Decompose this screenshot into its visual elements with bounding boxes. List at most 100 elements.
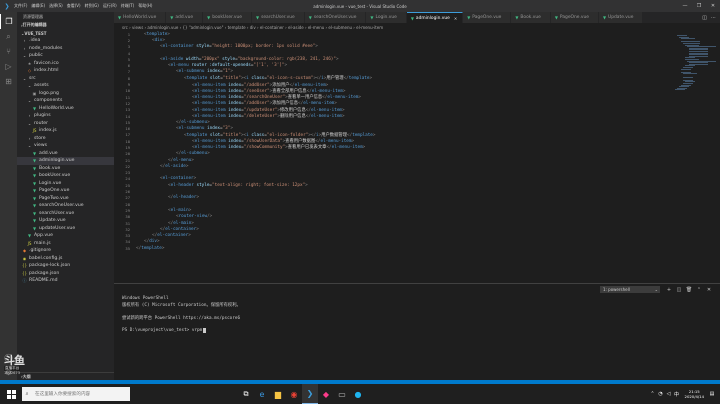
project-section[interactable]: ⌄ VUE_TEST [17, 29, 114, 37]
chevron-up-icon[interactable]: ⌃ [649, 391, 657, 397]
tree-folder[interactable]: › store [17, 135, 114, 143]
editor-tab[interactable]: ▼ Update.vue [598, 12, 644, 23]
tree-folder[interactable]: › .idea [17, 37, 114, 45]
source-control-icon[interactable]: ⑂ [0, 44, 17, 59]
close-button[interactable]: ✕ [706, 0, 720, 12]
menu-edit[interactable]: 编辑(E) [29, 3, 47, 9]
tree-file[interactable]: ▼ searchOneUser.vue [17, 202, 114, 210]
notification-icon[interactable]: ▤ [708, 391, 716, 397]
run-debug-icon[interactable]: ▷ [0, 59, 17, 74]
minimap[interactable] [669, 31, 720, 281]
open-editors-section[interactable]: › 打开的编辑器 [17, 21, 114, 29]
tree-folder[interactable]: ⌄ public [17, 52, 114, 60]
editor-tab[interactable]: ▼ PageOne.vue [463, 12, 512, 23]
close-tab-icon[interactable]: ✕ [454, 16, 457, 21]
tree-folder[interactable]: › node_modules [17, 45, 114, 53]
editor-tab[interactable]: ▼ Login.vue [366, 12, 407, 23]
tree-file[interactable]: {} package-lock.json [17, 262, 114, 270]
trash-icon[interactable]: 🗑 [684, 287, 694, 293]
tree-file[interactable]: ▣ logo.png [17, 90, 114, 98]
tree-file[interactable]: ▼ searchUser.vue [17, 210, 114, 218]
ime-indicator[interactable]: 中 [673, 391, 681, 398]
tree-file[interactable]: ▼ Book.vue [17, 165, 114, 173]
terminal-select[interactable]: 1: powershell ⌄ [600, 286, 660, 293]
account-icon[interactable]: ◯ [0, 350, 17, 365]
menu-view[interactable]: 查看(V) [65, 3, 83, 9]
tree-file[interactable]: JS index.js [17, 127, 114, 135]
qq-icon[interactable]: ● [350, 384, 366, 404]
idea-icon[interactable]: ◆ [318, 384, 334, 404]
new-terminal-icon[interactable]: + [664, 287, 674, 293]
tree-file[interactable]: ▼ add.vue [17, 150, 114, 158]
editor-tab[interactable]: ▼ PageOne.vue [550, 12, 599, 23]
tree-file[interactable]: ▼ updateUser.vue [17, 225, 114, 233]
folder-chevron-icon: › [23, 45, 26, 51]
tree-file[interactable]: ⓘ README.md [17, 277, 114, 285]
code-token: el-menu-item [194, 139, 226, 145]
network-icon[interactable]: ◔ [657, 391, 665, 397]
breadcrumb[interactable]: src › views › adminlogin.vue › {} "admin… [114, 23, 720, 31]
terminal-icon[interactable]: ▭ [334, 384, 350, 404]
vscode-icon[interactable]: ❯ [302, 384, 318, 404]
maximize-button[interactable]: ❐ [692, 0, 706, 12]
menu-run[interactable]: 运行(R) [101, 3, 119, 9]
tree-file[interactable]: ◆ .gitignore [17, 247, 114, 255]
tree-folder[interactable]: › plugins [17, 112, 114, 120]
search-icon[interactable]: ⌕ [0, 29, 17, 44]
editor-tab[interactable]: ▼ searchUser.vue [251, 12, 305, 23]
tree-file[interactable]: ▼ bookUser.vue [17, 172, 114, 180]
split-editor-icon[interactable]: ◫ [702, 15, 707, 21]
code-editor[interactable]: 1 <template> 2 <div> 3 <el-container style="h… [114, 31, 669, 281]
tree-file[interactable]: ★ favicon.ico [17, 60, 114, 68]
tree-file[interactable]: ◉ babel.config.js [17, 255, 114, 263]
outline-section[interactable]: › 大纲 [17, 372, 114, 380]
tree-file[interactable]: {} package.json [17, 270, 114, 278]
editor-tab[interactable]: ▼ add.vue [166, 12, 204, 23]
terminal-output[interactable]: Windows PowerShell 版权所有 (C) Microsoft Cor… [114, 295, 720, 334]
tree-file[interactable]: ▼ Login.vue [17, 180, 114, 188]
explorer-icon[interactable]: ❐ [0, 14, 17, 29]
taskbar-search[interactable]: ⌕ [22, 387, 130, 401]
editor-tab[interactable]: ▼ HelloWorld.vue [114, 12, 167, 23]
clock[interactable]: 21:15 2020/4/14 [685, 389, 704, 399]
menu-help[interactable]: 帮助(H) [136, 3, 154, 9]
extensions-icon[interactable]: ⊞ [0, 74, 17, 89]
tree-folder[interactable]: ⌄ components [17, 97, 114, 105]
start-button[interactable] [0, 384, 22, 404]
tree-file[interactable]: ◇ index.html [17, 67, 114, 75]
tree-file[interactable]: ▼ HelloWorld.vue [17, 105, 114, 113]
vue-file-icon: ▼ [32, 105, 37, 111]
menu-file[interactable]: 文件(F) [12, 3, 29, 9]
chrome-icon[interactable]: ◉ [286, 384, 302, 404]
edge-icon[interactable]: e [254, 384, 270, 404]
maximize-panel-icon[interactable]: ⌃ [694, 287, 704, 293]
tree-folder[interactable]: ⌄ assets [17, 82, 114, 90]
more-actions-icon[interactable]: ⋯ [711, 15, 716, 21]
tree-file[interactable]: ▼ adminlogin.vue [17, 157, 114, 165]
editor-tab[interactable]: ▼ Book.vue [511, 12, 551, 23]
tree-file[interactable]: JS main.js [17, 240, 114, 248]
editor-tab[interactable]: ▼ adminlogin.vue ✕ [406, 12, 464, 23]
settings-gear-icon[interactable]: ⚙ [0, 365, 17, 380]
minimize-button[interactable]: — [678, 0, 692, 12]
task-view-icon[interactable]: ⧉ [238, 384, 254, 404]
tree-file[interactable]: ▼ PageTwo.vue [17, 195, 114, 203]
close-panel-icon[interactable]: ✕ [704, 287, 714, 293]
tree-file[interactable]: ▼ PageOne.vue [17, 187, 114, 195]
tree-folder[interactable]: ⌄ src [17, 75, 114, 83]
code-token: class [251, 76, 265, 82]
split-terminal-icon[interactable]: ◫ [674, 287, 684, 293]
editor-tab[interactable]: ▼ bookUser.vue [203, 12, 252, 23]
tree-file[interactable]: ▼ App.vue [17, 232, 114, 240]
tree-folder[interactable]: ⌄ views [17, 142, 114, 150]
file-explorer-icon[interactable]: ▆ [270, 384, 286, 404]
menu-terminal[interactable]: 终端(T) [119, 3, 137, 9]
code-token: > [156, 239, 160, 245]
volume-icon[interactable]: ◁ [665, 391, 673, 397]
menu-go[interactable]: 转到(G) [83, 3, 101, 9]
tree-folder[interactable]: ⌄ router [17, 120, 114, 128]
tree-file[interactable]: ▼ Update.vue [17, 217, 114, 225]
editor-tab[interactable]: ▼ searchOneUser.vue [304, 12, 367, 23]
taskbar-search-input[interactable] [32, 387, 130, 401]
menu-selection[interactable]: 选择(S) [47, 3, 65, 9]
